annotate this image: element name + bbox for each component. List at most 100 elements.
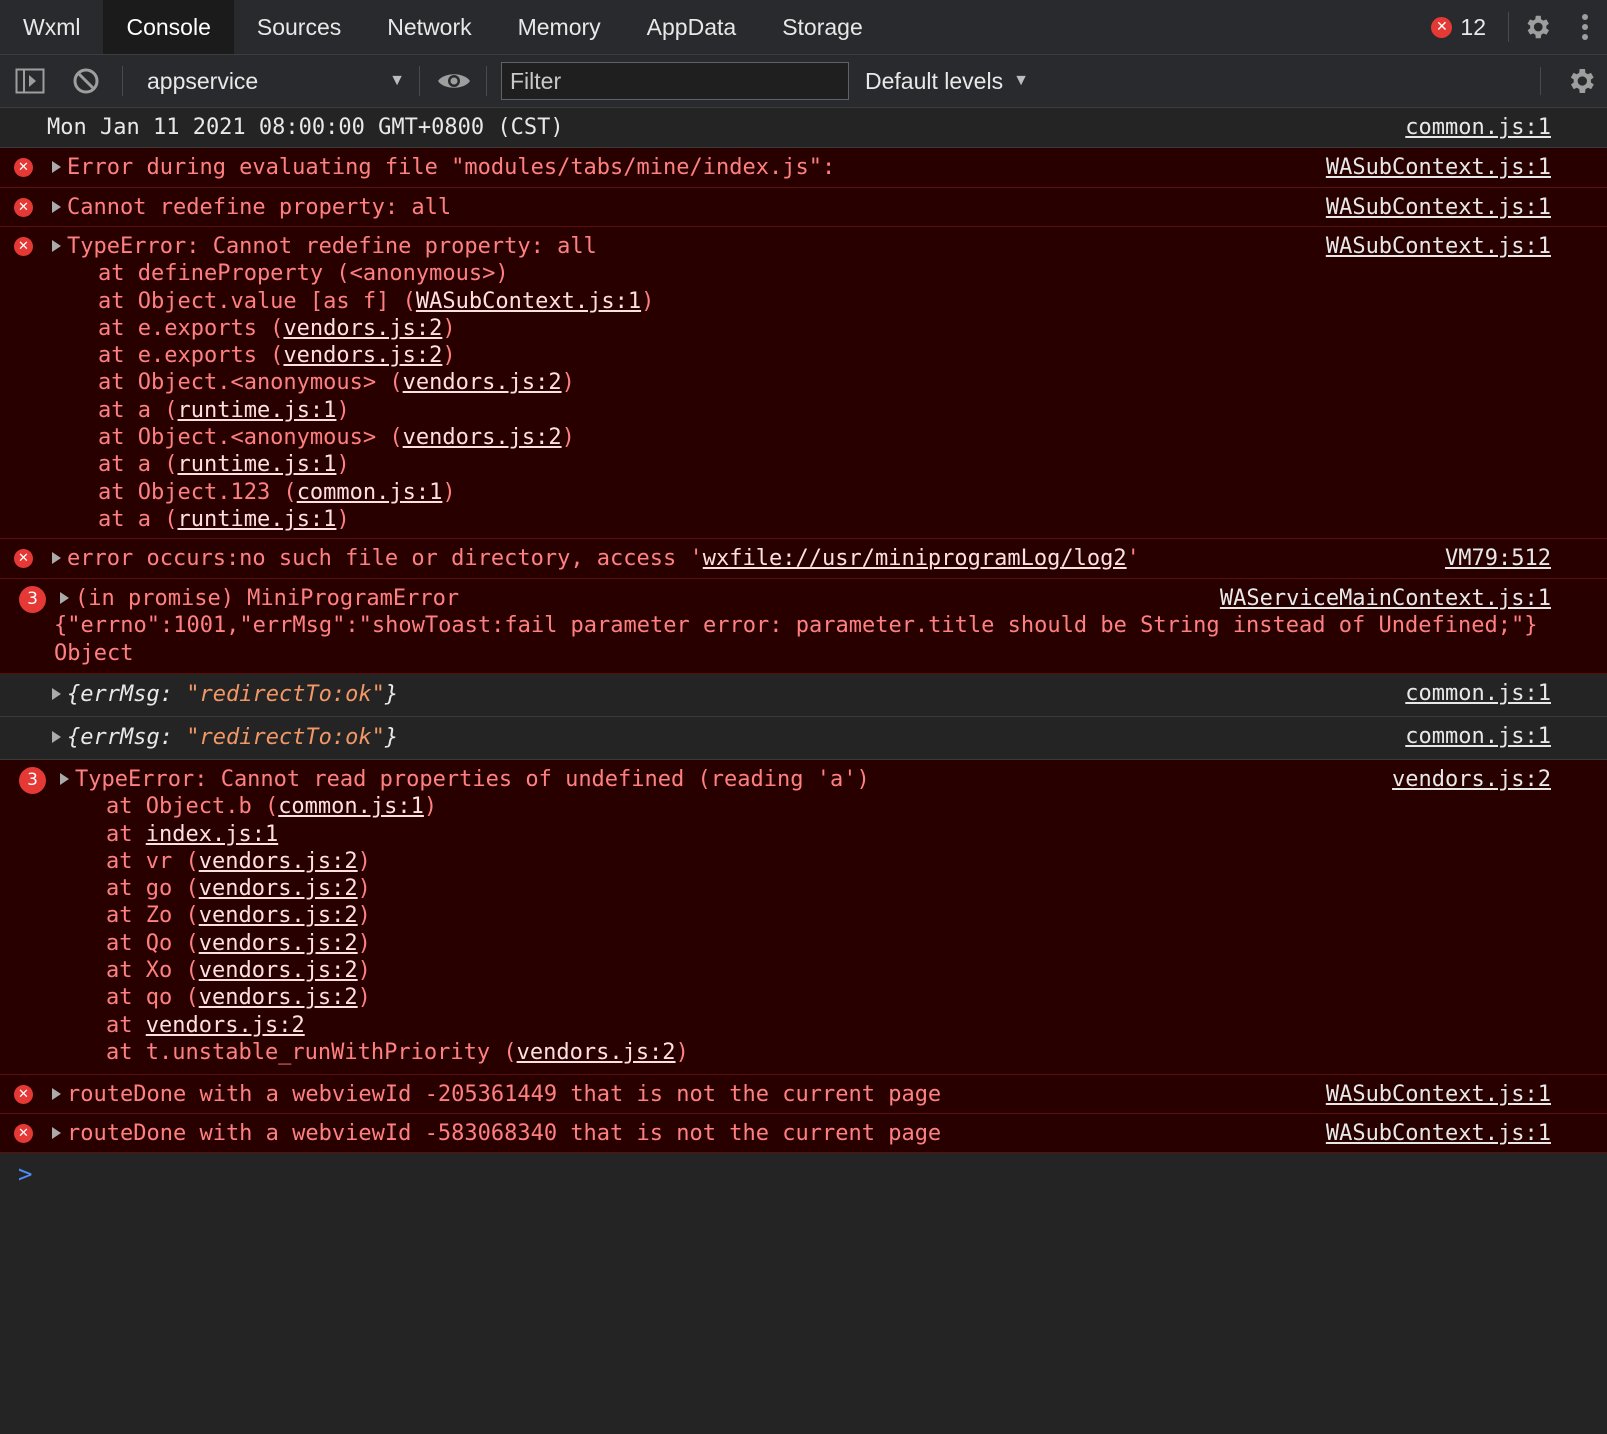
stack-frame-link[interactable]: vendors.js:2 bbox=[283, 343, 442, 368]
stack-frame: at Object.<anonymous> (vendors.js:2) bbox=[98, 425, 575, 451]
log-levels-label: Default levels bbox=[865, 67, 1004, 94]
stack-frame: at e.exports (vendors.js:2) bbox=[98, 315, 456, 341]
file-link[interactable]: wxfile://usr/miniprogramLog/log2 bbox=[703, 546, 1127, 571]
tabbar-actions: ✕ 12 bbox=[1431, 0, 1607, 54]
error-icon: ✕ bbox=[1431, 16, 1453, 38]
tab-wxml[interactable]: Wxml bbox=[0, 0, 103, 54]
stack-frame-link[interactable]: common.js:1 bbox=[297, 480, 443, 505]
source-link[interactable]: common.js:1 bbox=[1405, 723, 1551, 750]
expand-triangle-icon[interactable] bbox=[52, 161, 61, 173]
stack-frame-link[interactable]: runtime.js:1 bbox=[177, 452, 336, 477]
more-options-icon[interactable] bbox=[1563, 13, 1607, 41]
source-link[interactable]: WASubContext.js:1 bbox=[1326, 194, 1551, 221]
context-select[interactable]: appservice ▼ bbox=[133, 68, 419, 95]
source-link[interactable]: VM79:512 bbox=[1445, 545, 1551, 572]
expand-triangle-icon[interactable] bbox=[52, 552, 61, 564]
source-link[interactable]: WASubContext.js:1 bbox=[1326, 233, 1551, 260]
tab-storage[interactable]: Storage bbox=[759, 0, 886, 54]
devtools-tabbar: Wxml Console Sources Network Memory AppD… bbox=[0, 0, 1607, 55]
stack-frame-link[interactable]: vendors.js:2 bbox=[199, 931, 358, 956]
error-icon: ✕ bbox=[14, 158, 33, 177]
stack-frame-link[interactable]: runtime.js:1 bbox=[177, 507, 336, 532]
tab-appdata[interactable]: AppData bbox=[624, 0, 760, 54]
stack-frame-link[interactable]: vendors.js:2 bbox=[199, 876, 358, 901]
stack-frame-link[interactable]: vendors.js:2 bbox=[199, 985, 358, 1010]
stack-frame-link[interactable]: vendors.js:2 bbox=[517, 1040, 676, 1065]
expand-triangle-icon[interactable] bbox=[52, 1088, 61, 1100]
divider bbox=[1540, 67, 1541, 95]
tab-sources[interactable]: Sources bbox=[234, 0, 364, 54]
stack-frame-link[interactable]: runtime.js:1 bbox=[177, 398, 336, 423]
tab-network[interactable]: Network bbox=[364, 0, 494, 54]
tab-memory[interactable]: Memory bbox=[495, 0, 624, 54]
expand-triangle-icon[interactable] bbox=[52, 240, 61, 252]
sidebar-toggle-icon[interactable] bbox=[10, 61, 50, 101]
console-error-message: ✕ routeDone with a webviewId -583068340 … bbox=[0, 1114, 1607, 1153]
console-prompt[interactable]: > bbox=[0, 1153, 1607, 1188]
expand-triangle-icon[interactable] bbox=[52, 688, 61, 700]
stack-frame: at Object.value [as f] (WASubContext.js:… bbox=[98, 288, 655, 314]
stack-frame-link[interactable]: vendors.js:2 bbox=[403, 370, 562, 395]
stack-frame-link[interactable]: index.js:1 bbox=[146, 822, 278, 847]
expand-triangle-icon[interactable] bbox=[52, 1127, 61, 1139]
message-text[interactable]: error occurs:no such file or directory, … bbox=[0, 545, 1607, 572]
console-error-message: ✕ routeDone with a webviewId -205361449 … bbox=[0, 1075, 1607, 1114]
chevron-down-icon: ▼ bbox=[1013, 72, 1029, 89]
stack-frame: at a (runtime.js:1) bbox=[98, 452, 350, 478]
settings-gear-icon[interactable] bbox=[1521, 11, 1553, 43]
message-detail-object[interactable]: Object bbox=[0, 640, 1607, 667]
console-error-message-grouped: 3 (in promise) MiniProgramError {"errno"… bbox=[0, 579, 1607, 674]
stack-frame: at Object.b (common.js:1) bbox=[106, 794, 438, 820]
message-object[interactable]: {errMsg: "redirectTo:ok"} bbox=[0, 724, 1607, 751]
error-icon: ✕ bbox=[14, 198, 33, 217]
error-counter[interactable]: ✕ 12 bbox=[1431, 14, 1508, 41]
console-error-message: ✕ TypeError: Cannot redefine property: a… bbox=[0, 227, 1607, 539]
message-text: Mon Jan 11 2021 08:00:00 GMT+0800 (CST) bbox=[47, 115, 564, 140]
source-link[interactable]: WAServiceMainContext.js:1 bbox=[1220, 585, 1551, 612]
error-icon: ✕ bbox=[14, 1085, 33, 1104]
tab-console[interactable]: Console bbox=[103, 0, 234, 54]
console-error-message: ✕ Error during evaluating file "modules/… bbox=[0, 148, 1607, 188]
stack-frame: at Zo (vendors.js:2) bbox=[106, 903, 371, 929]
source-link[interactable]: common.js:1 bbox=[1405, 680, 1551, 707]
stack-frame: at e.exports (vendors.js:2) bbox=[98, 343, 456, 369]
stack-frame-link[interactable]: vendors.js:2 bbox=[283, 316, 442, 341]
message-detail: {"errno":1001,"errMsg":"showToast:fail p… bbox=[54, 613, 1538, 639]
stack-frame-link[interactable]: vendors.js:2 bbox=[199, 903, 358, 928]
expand-triangle-icon[interactable] bbox=[52, 201, 61, 213]
expand-triangle-icon[interactable] bbox=[60, 773, 69, 785]
stack-frame: at Xo (vendors.js:2) bbox=[106, 958, 371, 984]
expand-triangle-icon[interactable] bbox=[52, 731, 61, 743]
console-error-message-grouped: 3 TypeError: Cannot read properties of u… bbox=[0, 760, 1607, 1075]
source-link[interactable]: WASubContext.js:1 bbox=[1326, 154, 1551, 181]
console-error-message: ✕ Cannot redefine property: all WASubCon… bbox=[0, 188, 1607, 227]
stack-frame: at go (vendors.js:2) bbox=[106, 876, 371, 902]
message-text[interactable]: TypeError: Cannot read properties of und… bbox=[0, 766, 1607, 793]
console-settings-gear-icon[interactable] bbox=[1565, 65, 1597, 103]
live-expression-eye-icon[interactable] bbox=[434, 61, 474, 101]
stack-frame: at vendors.js:2 bbox=[106, 1012, 305, 1038]
stack-frame-link[interactable]: vendors.js:2 bbox=[403, 425, 562, 450]
stack-frame-link[interactable]: vendors.js:2 bbox=[199, 849, 358, 874]
console-log-message: {errMsg: "redirectTo:ok"} common.js:1 bbox=[0, 717, 1607, 760]
stack-frame: at a (runtime.js:1) bbox=[98, 506, 350, 532]
stack-frame: at index.js:1 bbox=[106, 821, 279, 847]
stack-frame-link[interactable]: vendors.js:2 bbox=[146, 1013, 305, 1038]
source-link[interactable]: common.js:1 bbox=[1405, 114, 1551, 141]
message-object[interactable]: {errMsg: "redirectTo:ok"} bbox=[0, 681, 1607, 708]
source-link[interactable]: WASubContext.js:1 bbox=[1326, 1081, 1551, 1108]
stack-frame-link[interactable]: common.js:1 bbox=[278, 794, 424, 819]
console-log-message: {errMsg: "redirectTo:ok"} common.js:1 bbox=[0, 674, 1607, 717]
source-link[interactable]: WASubContext.js:1 bbox=[1326, 1120, 1551, 1147]
divider bbox=[486, 66, 487, 96]
stack-frame-link[interactable]: WASubContext.js:1 bbox=[416, 289, 641, 314]
divider bbox=[1508, 12, 1509, 42]
stack-frame-link[interactable]: vendors.js:2 bbox=[199, 958, 358, 983]
console-message-timestamp: Mon Jan 11 2021 08:00:00 GMT+0800 (CST) … bbox=[0, 108, 1607, 148]
stack-frame: at a (runtime.js:1) bbox=[98, 397, 350, 423]
expand-triangle-icon[interactable] bbox=[60, 592, 69, 604]
source-link[interactable]: vendors.js:2 bbox=[1392, 766, 1551, 793]
clear-console-icon[interactable] bbox=[66, 61, 106, 101]
log-levels-dropdown[interactable]: Default levels ▼ bbox=[865, 68, 1029, 95]
filter-input[interactable] bbox=[501, 62, 849, 100]
